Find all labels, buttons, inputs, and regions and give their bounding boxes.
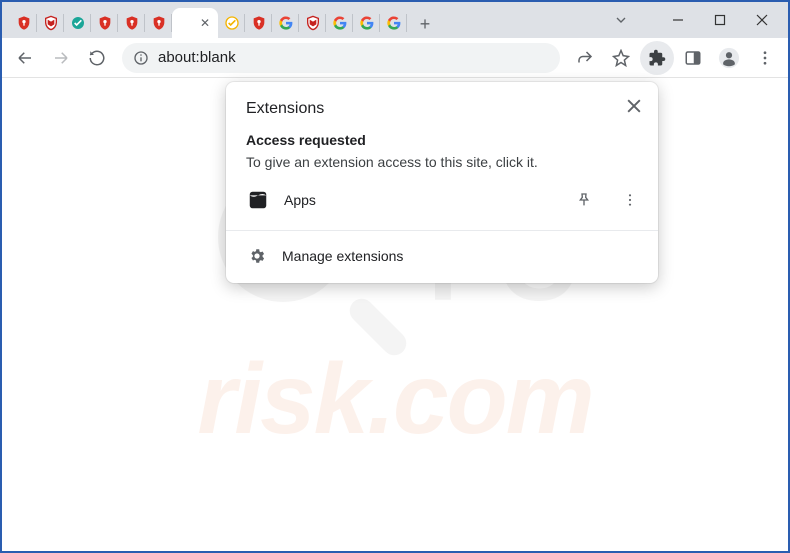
tab[interactable] [10, 8, 37, 38]
popup-access-heading: Access requested [246, 132, 638, 148]
tab[interactable] [37, 8, 64, 38]
new-tab-button[interactable]: + [411, 10, 439, 38]
watermark-risk: risk.com [197, 342, 592, 457]
forward-button[interactable] [44, 41, 78, 75]
tab[interactable] [145, 8, 172, 38]
tab-active[interactable]: ✕ [172, 8, 218, 38]
shield-red-icon [96, 14, 114, 32]
extension-more-button[interactable] [614, 184, 646, 216]
yellow-check-icon [223, 14, 241, 32]
extensions-button[interactable] [640, 41, 674, 75]
tab[interactable] [218, 8, 245, 38]
side-panel-button[interactable] [676, 41, 710, 75]
minimize-button[interactable] [658, 6, 698, 34]
toolbar [2, 38, 788, 78]
profile-button[interactable] [712, 41, 746, 75]
tab[interactable] [326, 8, 353, 38]
share-button[interactable] [568, 41, 602, 75]
manage-extensions-row[interactable]: Manage extensions [226, 235, 658, 277]
google-icon [358, 14, 376, 32]
mcafee-icon [304, 14, 322, 32]
manage-extensions-label: Manage extensions [282, 248, 403, 264]
shield-red-icon [250, 14, 268, 32]
google-icon [277, 14, 295, 32]
browser-window: ✕+ [0, 0, 790, 553]
apps-icon [246, 188, 270, 212]
window-controls [604, 2, 788, 38]
shield-red-icon [150, 14, 168, 32]
extension-name: Apps [284, 192, 554, 208]
back-button[interactable] [8, 41, 42, 75]
tab[interactable] [91, 8, 118, 38]
bookmark-button[interactable] [604, 41, 638, 75]
shield-red-icon [15, 14, 33, 32]
tab[interactable] [118, 8, 145, 38]
address-bar[interactable] [122, 43, 560, 73]
tab-search-button[interactable] [604, 6, 638, 34]
mcafee-icon [42, 14, 60, 32]
google-icon [331, 14, 349, 32]
tab[interactable] [353, 8, 380, 38]
tab[interactable] [64, 8, 91, 38]
divider [226, 230, 658, 231]
popup-title: Extensions [226, 82, 658, 124]
maximize-button[interactable] [700, 6, 740, 34]
tab[interactable] [245, 8, 272, 38]
close-window-button[interactable] [742, 6, 782, 34]
tab[interactable] [380, 8, 407, 38]
tab[interactable] [272, 8, 299, 38]
titlebar: ✕+ [2, 2, 788, 38]
tab-strip: ✕+ [2, 2, 604, 38]
site-info-icon[interactable] [132, 49, 150, 67]
gear-icon [246, 245, 268, 267]
tab[interactable] [299, 8, 326, 38]
shield-red-icon [123, 14, 141, 32]
url-input[interactable] [158, 49, 550, 66]
google-icon [385, 14, 403, 32]
popup-access-text: To give an extension access to this site… [246, 154, 638, 170]
blank-favicon [180, 14, 198, 32]
pin-button[interactable] [568, 184, 600, 216]
popup-access-section: Access requested To give an extension ac… [226, 124, 658, 174]
reload-button[interactable] [80, 41, 114, 75]
teal-check-icon [69, 14, 87, 32]
extensions-popup: Extensions Access requested To give an e… [226, 82, 658, 283]
close-tab-icon[interactable]: ✕ [200, 16, 210, 30]
popup-close-button[interactable] [618, 90, 650, 122]
extension-row[interactable]: Apps [226, 174, 658, 226]
menu-button[interactable] [748, 41, 782, 75]
